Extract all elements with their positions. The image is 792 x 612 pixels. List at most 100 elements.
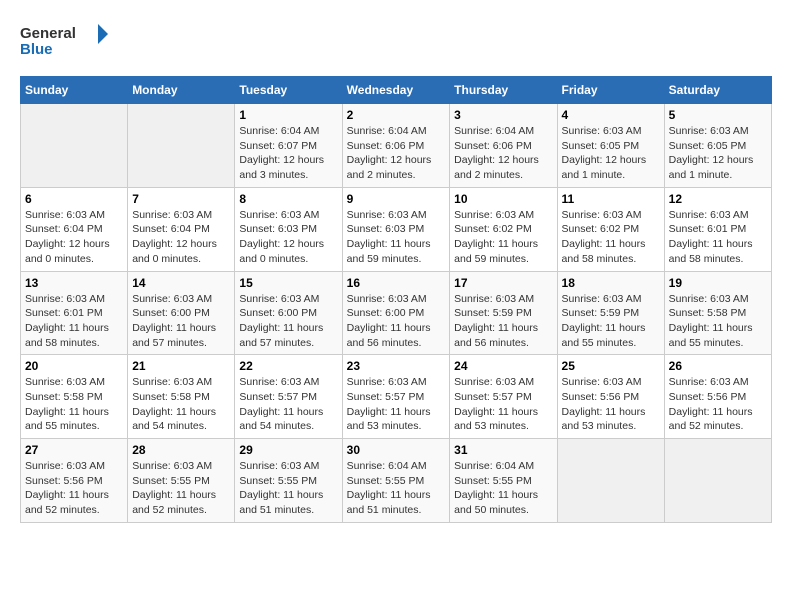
day-number: 19 bbox=[669, 276, 767, 290]
column-header-monday: Monday bbox=[128, 77, 235, 104]
day-number: 26 bbox=[669, 359, 767, 373]
day-number: 23 bbox=[347, 359, 446, 373]
day-info: Sunrise: 6:03 AM Sunset: 6:01 PM Dayligh… bbox=[25, 292, 123, 351]
day-info: Sunrise: 6:03 AM Sunset: 5:59 PM Dayligh… bbox=[454, 292, 552, 351]
svg-text:General: General bbox=[20, 25, 76, 42]
calendar-cell: 2Sunrise: 6:04 AM Sunset: 6:06 PM Daylig… bbox=[342, 104, 450, 188]
day-info: Sunrise: 6:03 AM Sunset: 6:03 PM Dayligh… bbox=[347, 208, 446, 267]
column-header-thursday: Thursday bbox=[450, 77, 557, 104]
day-info: Sunrise: 6:03 AM Sunset: 5:57 PM Dayligh… bbox=[454, 375, 552, 434]
week-row-5: 27 Sunrise: 6:03 AM Sunset: 5:56 PM Dayli… bbox=[21, 439, 772, 523]
day-number: 6 bbox=[25, 192, 123, 206]
day-info: Sunrise: 6:03 AM Sunset: 5:57 PM Dayligh… bbox=[347, 375, 446, 434]
day-info: Sunrise: 6:03 AM Sunset: 5:58 PM Dayligh… bbox=[132, 375, 230, 434]
day-number: 29 bbox=[239, 443, 337, 457]
calendar-cell: 15 Sunrise: 6:03 AM Sunset: 6:00 PM Dayli… bbox=[235, 271, 342, 355]
day-info: Sunrise: 6:04 AM Sunset: 5:55 PM Dayligh… bbox=[454, 459, 552, 518]
calendar-cell: 5 Sunrise: 6:03 AM Sunset: 6:05 PM Daylig… bbox=[664, 104, 771, 188]
week-row-1: 1 Sunrise: 6:04 AM Sunset: 6:07 PM Daylig… bbox=[21, 104, 772, 188]
day-number: 30 bbox=[347, 443, 446, 457]
day-number: 3 bbox=[454, 108, 552, 122]
day-number: 10 bbox=[454, 192, 552, 206]
calendar-cell: 6 Sunrise: 6:03 AM Sunset: 6:04 PM Daylig… bbox=[21, 187, 128, 271]
day-info: Sunrise: 6:03 AM Sunset: 6:05 PM Dayligh… bbox=[669, 124, 767, 183]
calendar-cell: 23 Sunrise: 6:03 AM Sunset: 5:57 PM Dayli… bbox=[342, 355, 450, 439]
calendar-cell: 24 Sunrise: 6:03 AM Sunset: 5:57 PM Dayli… bbox=[450, 355, 557, 439]
calendar-cell bbox=[664, 439, 771, 523]
calendar-table: SundayMondayTuesdayWednesdayThursdayFrid… bbox=[20, 76, 772, 523]
day-number: 11 bbox=[562, 192, 660, 206]
page-header: General Blue bbox=[20, 20, 772, 60]
calendar-cell: 16 Sunrise: 6:03 AM Sunset: 6:00 PM Dayli… bbox=[342, 271, 450, 355]
calendar-cell bbox=[128, 104, 235, 188]
day-info: Sunrise: 6:03 AM Sunset: 6:02 PM Dayligh… bbox=[562, 208, 660, 267]
day-number: 7 bbox=[132, 192, 230, 206]
day-number: 21 bbox=[132, 359, 230, 373]
day-info: Sunrise: 6:04 AM Sunset: 6:06 PM Dayligh… bbox=[347, 124, 446, 183]
calendar-cell: 18 Sunrise: 6:03 AM Sunset: 5:59 PM Dayli… bbox=[557, 271, 664, 355]
calendar-cell bbox=[557, 439, 664, 523]
calendar-cell: 17 Sunrise: 6:03 AM Sunset: 5:59 PM Dayli… bbox=[450, 271, 557, 355]
day-number: 27 bbox=[25, 443, 123, 457]
calendar-cell: 13 Sunrise: 6:03 AM Sunset: 6:01 PM Dayli… bbox=[21, 271, 128, 355]
day-info: Sunrise: 6:04 AM Sunset: 5:55 PM Dayligh… bbox=[347, 459, 446, 518]
day-info: Sunrise: 6:03 AM Sunset: 5:56 PM Dayligh… bbox=[669, 375, 767, 434]
week-row-3: 13 Sunrise: 6:03 AM Sunset: 6:01 PM Dayli… bbox=[21, 271, 772, 355]
calendar-cell: 26 Sunrise: 6:03 AM Sunset: 5:56 PM Dayli… bbox=[664, 355, 771, 439]
day-number: 18 bbox=[562, 276, 660, 290]
day-number: 14 bbox=[132, 276, 230, 290]
svg-text:Blue: Blue bbox=[20, 41, 53, 58]
day-number: 4 bbox=[562, 108, 660, 122]
column-header-wednesday: Wednesday bbox=[342, 77, 450, 104]
day-info: Sunrise: 6:03 AM Sunset: 6:04 PM Dayligh… bbox=[25, 208, 123, 267]
week-row-2: 6 Sunrise: 6:03 AM Sunset: 6:04 PM Daylig… bbox=[21, 187, 772, 271]
day-info: Sunrise: 6:03 AM Sunset: 6:01 PM Dayligh… bbox=[669, 208, 767, 267]
calendar-cell: 31Sunrise: 6:04 AM Sunset: 5:55 PM Dayli… bbox=[450, 439, 557, 523]
day-number: 8 bbox=[239, 192, 337, 206]
day-info: Sunrise: 6:03 AM Sunset: 6:00 PM Dayligh… bbox=[347, 292, 446, 351]
day-info: Sunrise: 6:03 AM Sunset: 5:59 PM Dayligh… bbox=[562, 292, 660, 351]
week-row-4: 20 Sunrise: 6:03 AM Sunset: 5:58 PM Dayli… bbox=[21, 355, 772, 439]
day-info: Sunrise: 6:03 AM Sunset: 6:04 PM Dayligh… bbox=[132, 208, 230, 267]
day-info: Sunrise: 6:03 AM Sunset: 6:03 PM Dayligh… bbox=[239, 208, 337, 267]
logo: General Blue bbox=[20, 20, 110, 60]
calendar-header-row: SundayMondayTuesdayWednesdayThursdayFrid… bbox=[21, 77, 772, 104]
calendar-cell: 19Sunrise: 6:03 AM Sunset: 5:58 PM Dayli… bbox=[664, 271, 771, 355]
calendar-cell bbox=[21, 104, 128, 188]
day-number: 28 bbox=[132, 443, 230, 457]
day-info: Sunrise: 6:03 AM Sunset: 5:56 PM Dayligh… bbox=[25, 459, 123, 518]
calendar-cell: 3 Sunrise: 6:04 AM Sunset: 6:06 PM Daylig… bbox=[450, 104, 557, 188]
day-info: Sunrise: 6:03 AM Sunset: 6:02 PM Dayligh… bbox=[454, 208, 552, 267]
day-number: 20 bbox=[25, 359, 123, 373]
logo-svg: General Blue bbox=[20, 20, 110, 60]
day-number: 15 bbox=[239, 276, 337, 290]
day-number: 17 bbox=[454, 276, 552, 290]
calendar-cell: 7 Sunrise: 6:03 AM Sunset: 6:04 PM Daylig… bbox=[128, 187, 235, 271]
calendar-cell: 9 Sunrise: 6:03 AM Sunset: 6:03 PM Daylig… bbox=[342, 187, 450, 271]
calendar-cell: 14 Sunrise: 6:03 AM Sunset: 6:00 PM Dayli… bbox=[128, 271, 235, 355]
day-number: 9 bbox=[347, 192, 446, 206]
calendar-cell: 29Sunrise: 6:03 AM Sunset: 5:55 PM Dayli… bbox=[235, 439, 342, 523]
day-info: Sunrise: 6:03 AM Sunset: 6:05 PM Dayligh… bbox=[562, 124, 660, 183]
day-info: Sunrise: 6:04 AM Sunset: 6:07 PM Dayligh… bbox=[239, 124, 337, 183]
calendar-cell: 10 Sunrise: 6:03 AM Sunset: 6:02 PM Dayli… bbox=[450, 187, 557, 271]
column-header-sunday: Sunday bbox=[21, 77, 128, 104]
day-number: 25 bbox=[562, 359, 660, 373]
day-info: Sunrise: 6:03 AM Sunset: 6:00 PM Dayligh… bbox=[132, 292, 230, 351]
day-info: Sunrise: 6:03 AM Sunset: 6:00 PM Dayligh… bbox=[239, 292, 337, 351]
day-number: 16 bbox=[347, 276, 446, 290]
day-number: 1 bbox=[239, 108, 337, 122]
day-info: Sunrise: 6:04 AM Sunset: 6:06 PM Dayligh… bbox=[454, 124, 552, 183]
calendar-cell: 27 Sunrise: 6:03 AM Sunset: 5:56 PM Dayli… bbox=[21, 439, 128, 523]
column-header-tuesday: Tuesday bbox=[235, 77, 342, 104]
day-info: Sunrise: 6:03 AM Sunset: 5:56 PM Dayligh… bbox=[562, 375, 660, 434]
calendar-cell: 4 Sunrise: 6:03 AM Sunset: 6:05 PM Daylig… bbox=[557, 104, 664, 188]
calendar-cell: 22Sunrise: 6:03 AM Sunset: 5:57 PM Dayli… bbox=[235, 355, 342, 439]
day-number: 12 bbox=[669, 192, 767, 206]
day-number: 24 bbox=[454, 359, 552, 373]
day-number: 22 bbox=[239, 359, 337, 373]
calendar-cell: 30 Sunrise: 6:04 AM Sunset: 5:55 PM Dayli… bbox=[342, 439, 450, 523]
day-number: 13 bbox=[25, 276, 123, 290]
day-number: 5 bbox=[669, 108, 767, 122]
column-header-saturday: Saturday bbox=[664, 77, 771, 104]
